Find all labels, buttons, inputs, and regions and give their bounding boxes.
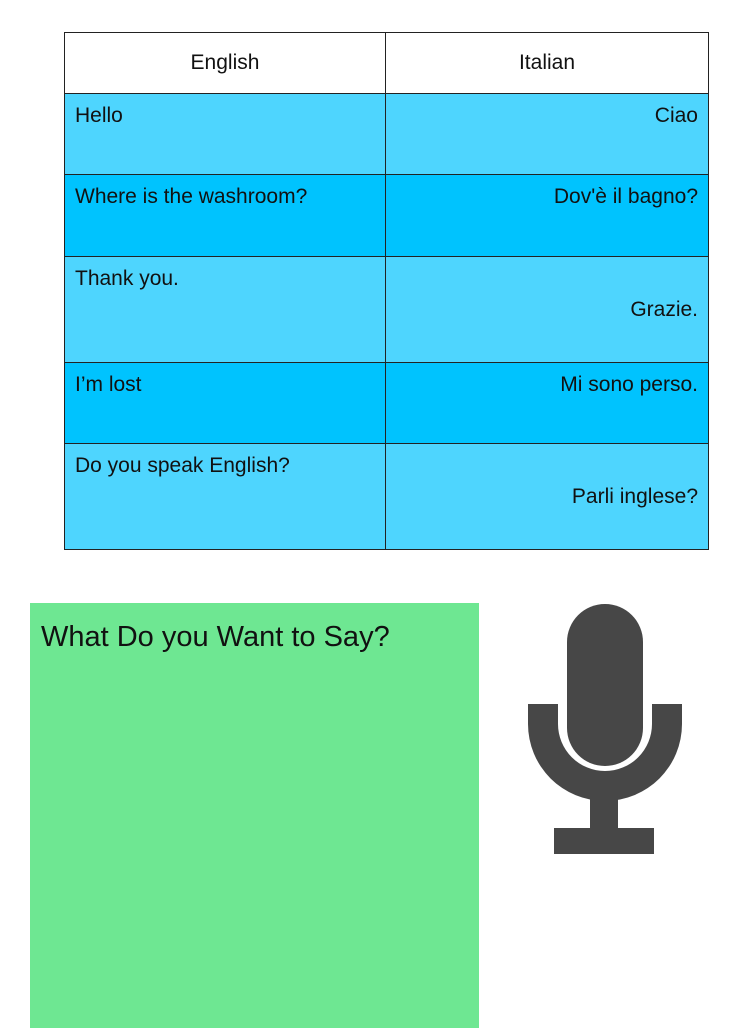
italian-phrase: Mi sono perso. [385, 362, 709, 444]
english-phrase: Thank you. [64, 256, 386, 363]
english-phrase: Where is the washroom? [64, 174, 386, 257]
microphone-button[interactable] [520, 600, 688, 862]
microphone-icon [528, 604, 682, 854]
phrase-table: English Italian Hello Ciao Where is the … [64, 32, 709, 550]
table-row: Do you speak English? Parli inglese? [64, 443, 709, 550]
italian-phrase: Parli inglese? [385, 443, 709, 550]
english-phrase: I’m lost [64, 362, 386, 444]
speech-input-panel[interactable]: What Do you Want to Say? [30, 603, 479, 1028]
table-row: I’m lost Mi sono perso. [64, 362, 709, 444]
italian-phrase: Ciao [385, 93, 709, 175]
italian-phrase: Dov'è il bagno? [385, 174, 709, 257]
say-prompt: What Do you Want to Say? [41, 621, 390, 653]
table-row: Thank you. Grazie. [64, 256, 709, 363]
header-italian: Italian [385, 32, 709, 94]
table-header-row: English Italian [64, 32, 709, 94]
header-english: English [64, 32, 386, 94]
english-phrase: Do you speak English? [64, 443, 386, 550]
english-phrase: Hello [64, 93, 386, 175]
table-row: Hello Ciao [64, 93, 709, 175]
italian-phrase: Grazie. [385, 256, 709, 363]
table-row: Where is the washroom? Dov'è il bagno? [64, 174, 709, 257]
